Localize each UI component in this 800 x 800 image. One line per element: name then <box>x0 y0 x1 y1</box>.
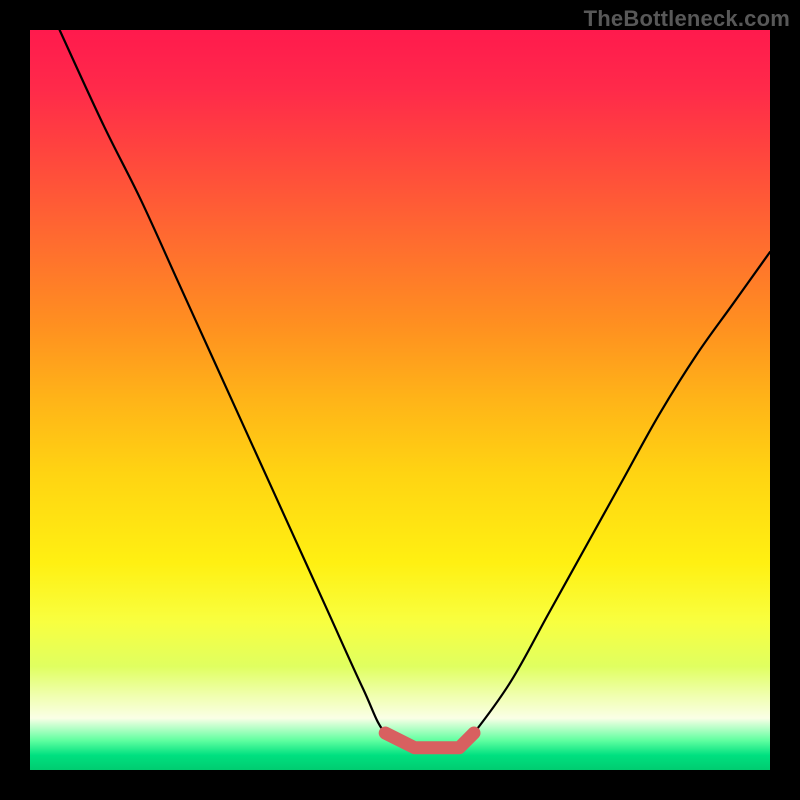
curve-svg <box>30 30 770 770</box>
chart-frame: TheBottleneck.com <box>0 0 800 800</box>
watermark-text: TheBottleneck.com <box>584 6 790 32</box>
bottleneck-curve-line <box>60 30 770 749</box>
minimum-band-marker <box>385 733 474 748</box>
plot-area <box>30 30 770 770</box>
